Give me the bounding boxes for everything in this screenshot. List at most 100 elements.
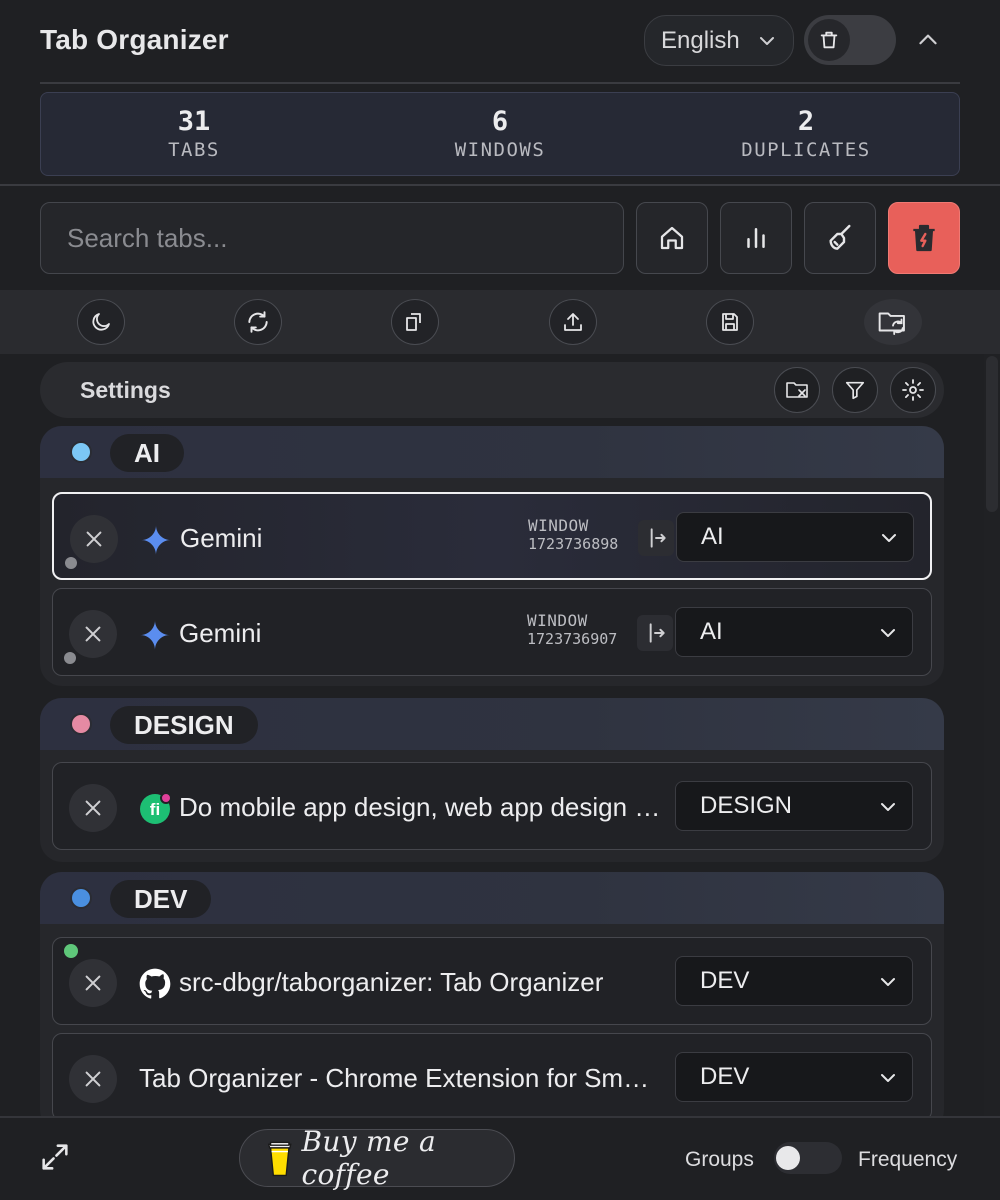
close-tab-button[interactable] bbox=[69, 1055, 117, 1103]
window-label: WINDOW bbox=[527, 611, 588, 630]
filter-button[interactable] bbox=[832, 367, 878, 413]
tab-row[interactable]: src-dbgr/taborganizer: Tab Organizer DEV bbox=[52, 937, 932, 1025]
scrollbar-thumb[interactable] bbox=[986, 356, 998, 512]
stat-duplicates: 2 DUPLICATES bbox=[653, 93, 959, 175]
trash-toggle[interactable] bbox=[804, 15, 896, 65]
buy-me-coffee-button[interactable]: Buy me a coffee bbox=[239, 1125, 515, 1191]
fiverr-icon: fi bbox=[140, 793, 171, 824]
export-button[interactable] bbox=[549, 299, 597, 345]
tab-title: Do mobile app design, web app design and… bbox=[179, 792, 669, 822]
groups-label: Groups bbox=[685, 1148, 754, 1171]
window-id: 1723736907 bbox=[527, 630, 618, 648]
search-input[interactable] bbox=[40, 202, 624, 274]
home-button[interactable] bbox=[636, 202, 708, 274]
save-button[interactable] bbox=[706, 299, 754, 345]
stat-value: 6 bbox=[491, 106, 509, 137]
chevron-up-icon bbox=[919, 34, 937, 45]
status-dot bbox=[64, 944, 78, 958]
chevron-down-icon bbox=[881, 1074, 895, 1082]
stat-value: 31 bbox=[177, 106, 211, 137]
close-tab-button[interactable] bbox=[69, 610, 117, 658]
status-dot bbox=[64, 652, 76, 664]
copy-icon bbox=[406, 313, 421, 331]
group-select[interactable]: DEV bbox=[675, 1052, 913, 1102]
copy-button[interactable] bbox=[391, 299, 439, 345]
group-select-value: AI bbox=[701, 523, 724, 550]
svg-text:fi: fi bbox=[150, 800, 160, 819]
close-tab-button[interactable] bbox=[69, 959, 117, 1007]
move-tab-button[interactable] bbox=[638, 520, 674, 556]
trash-bolt-icon bbox=[913, 224, 935, 252]
delete-all-button[interactable] bbox=[888, 202, 960, 274]
tab-row[interactable]: Gemini WINDOW 1723736907 AI bbox=[52, 588, 932, 676]
refresh-button[interactable] bbox=[234, 299, 282, 345]
settings-label: Settings bbox=[80, 377, 171, 403]
chevron-down-icon bbox=[881, 978, 895, 986]
window-info: WINDOW 1723736907 bbox=[527, 611, 617, 648]
group-select[interactable]: AI bbox=[675, 607, 913, 657]
upload-icon bbox=[564, 313, 582, 331]
group-header[interactable]: AI bbox=[40, 426, 944, 478]
close-icon bbox=[85, 975, 101, 991]
language-select[interactable]: English bbox=[644, 15, 794, 66]
toggle-knob bbox=[776, 1146, 800, 1170]
close-tab-button[interactable] bbox=[69, 784, 117, 832]
group-select-value: DEV bbox=[700, 967, 750, 994]
group-ai: AI Gemini WINDOW 1723736898 AI Gemini WI… bbox=[40, 426, 944, 686]
stat-label: DUPLICATES bbox=[741, 139, 871, 161]
gear-icon bbox=[902, 379, 924, 401]
folder-sync-button[interactable] bbox=[864, 299, 922, 345]
close-icon bbox=[85, 626, 101, 642]
split-icon bbox=[650, 528, 666, 548]
stats-panel: 31 TABS 6 WINDOWS 2 DUPLICATES bbox=[40, 92, 960, 176]
coffee-label: Buy me a coffee bbox=[301, 1125, 436, 1191]
tab-row[interactable]: Gemini WINDOW 1723736898 AI bbox=[52, 492, 932, 580]
tab-title: Gemini bbox=[180, 523, 263, 553]
stat-label: TABS bbox=[168, 139, 220, 161]
split-icon bbox=[649, 623, 665, 643]
home-icon bbox=[660, 226, 684, 250]
group-color-dot bbox=[70, 887, 92, 909]
language-value: English bbox=[661, 26, 740, 54]
refresh-icon bbox=[248, 311, 268, 333]
clean-button[interactable] bbox=[804, 202, 876, 274]
stat-windows: 6 WINDOWS bbox=[347, 93, 653, 175]
github-icon bbox=[139, 968, 171, 999]
settings-button[interactable] bbox=[890, 367, 936, 413]
status-dot bbox=[65, 557, 77, 569]
gemini-icon bbox=[141, 525, 171, 555]
moon-icon bbox=[92, 313, 110, 331]
group-select[interactable]: DEV bbox=[675, 956, 913, 1006]
expand-icon[interactable] bbox=[38, 1140, 72, 1174]
close-icon bbox=[85, 800, 101, 816]
group-select[interactable]: AI bbox=[676, 512, 914, 562]
dark-mode-button[interactable] bbox=[77, 299, 125, 345]
group-header[interactable]: DESIGN bbox=[40, 698, 944, 750]
stats-button[interactable] bbox=[720, 202, 792, 274]
chevron-down-icon bbox=[881, 629, 895, 637]
app-title: Tab Organizer bbox=[40, 24, 229, 55]
action-strip bbox=[0, 290, 1000, 354]
move-tab-button[interactable] bbox=[637, 615, 673, 651]
filter-icon bbox=[845, 381, 865, 400]
group-color-dot bbox=[70, 441, 92, 463]
view-mode-toggle[interactable] bbox=[774, 1142, 842, 1174]
close-folder-button[interactable] bbox=[774, 367, 820, 413]
group-dev: DEV src-dbgr/taborganizer: Tab Organizer… bbox=[40, 872, 944, 1132]
window-id: 1723736898 bbox=[528, 535, 619, 553]
tab-row[interactable]: fi Do mobile app design, web app design … bbox=[52, 762, 932, 850]
close-tab-button[interactable] bbox=[70, 515, 118, 563]
group-select-value: DESIGN bbox=[700, 792, 793, 819]
collapse-button[interactable] bbox=[908, 22, 948, 58]
group-header[interactable]: DEV bbox=[40, 872, 944, 924]
bar-chart-icon bbox=[747, 228, 765, 248]
trash-icon bbox=[808, 19, 850, 61]
folder-sync-icon bbox=[878, 312, 905, 336]
group-select[interactable]: DESIGN bbox=[675, 781, 913, 831]
stat-label: WINDOWS bbox=[454, 139, 546, 161]
chevron-down-icon bbox=[881, 803, 895, 811]
close-icon bbox=[86, 531, 102, 547]
tab-row[interactable]: Tab Organizer - Chrome Extension for Sma… bbox=[52, 1033, 932, 1121]
group-name: DESIGN bbox=[110, 706, 258, 744]
header-divider bbox=[40, 82, 960, 84]
